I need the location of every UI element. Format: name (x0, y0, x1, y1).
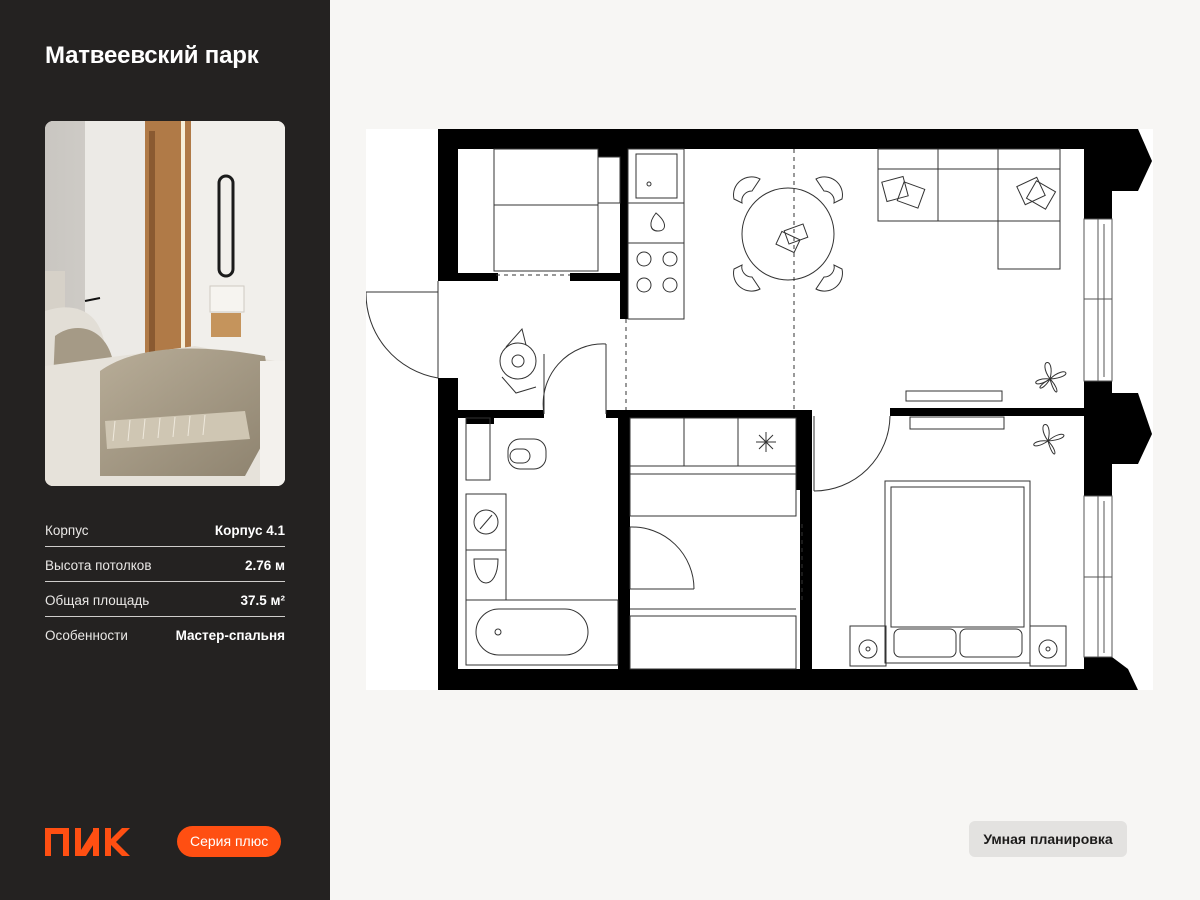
spec-row-total-area: Общая площадь 37.5 м² (45, 582, 285, 617)
spec-value: 2.76 м (244, 558, 285, 573)
spec-row-building: Корпус Корпус 4.1 (45, 512, 285, 547)
spec-value: 37.5 м² (240, 593, 285, 608)
spec-label: Корпус (45, 523, 89, 538)
specs-list: Корпус Корпус 4.1 Высота потолков 2.76 м… (45, 512, 285, 652)
spec-row-features: Особенности Мастер-спальня (45, 617, 285, 652)
spec-value: Мастер-спальня (175, 628, 285, 643)
spec-value: Корпус 4.1 (214, 523, 285, 538)
pik-logo (45, 828, 131, 861)
spec-label: Особенности (45, 628, 128, 643)
spec-label: Общая площадь (45, 593, 150, 608)
spec-row-ceiling-height: Высота потолков 2.76 м (45, 547, 285, 582)
smart-layout-button[interactable]: Умная планировка (969, 821, 1127, 857)
sidebar: Матвеевский парк Корпус Корпус 4.1 Высот… (0, 0, 330, 900)
series-plus-badge[interactable]: Серия плюс (177, 826, 282, 857)
project-title: Матвеевский парк (45, 42, 259, 69)
spec-label: Высота потолков (45, 558, 152, 573)
floor-plan (365, 129, 1153, 690)
interior-photo (45, 121, 285, 486)
